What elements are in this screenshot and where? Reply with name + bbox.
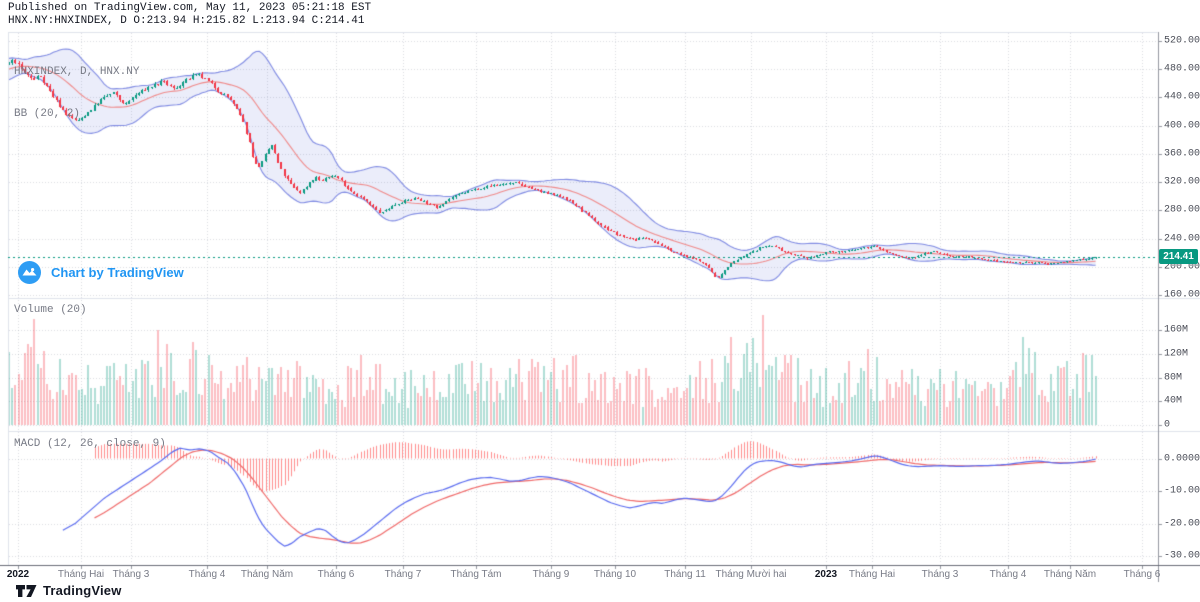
tradingview-watermark[interactable]: Chart by TradingView (18, 261, 184, 284)
bottom-time-scale[interactable] (8, 565, 1158, 582)
publish-line: Published on TradingView.com, May 11, 20… (8, 2, 372, 14)
watermark-label[interactable]: Chart by TradingView (51, 265, 184, 280)
right-price-scale[interactable] (1158, 32, 1200, 565)
tradingview-logo-icon (16, 584, 37, 597)
tradingview-cloud-icon (18, 261, 41, 284)
publish-header: Published on TradingView.com, May 11, 20… (8, 2, 371, 28)
symbol-ohlc-line: HNX.NY:HNXINDEX, D O:213.94 H:215.82 L:2… (8, 15, 365, 27)
footer-logo[interactable]: TradingView (16, 583, 122, 598)
last-price-badge: 214.41 (1159, 249, 1198, 265)
footer-brand-label: TradingView (43, 583, 122, 598)
chart-canvas[interactable] (0, 0, 1200, 602)
